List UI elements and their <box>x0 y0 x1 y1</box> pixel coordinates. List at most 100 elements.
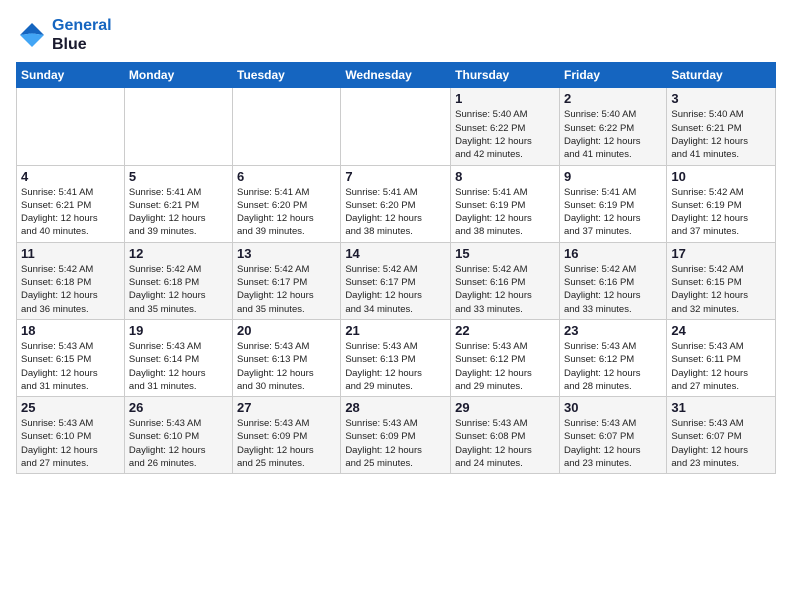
calendar-cell: 21 Sunrise: 5:43 AM Sunset: 6:13 PM Dayli… <box>341 319 451 396</box>
day-number: 2 <box>564 91 662 106</box>
calendar-cell: 13 Sunrise: 5:42 AM Sunset: 6:17 PM Dayli… <box>233 242 341 319</box>
calendar-cell: 25 Sunrise: 5:43 AM Sunset: 6:10 PM Dayli… <box>17 397 125 474</box>
day-info: Sunrise: 5:43 AM Sunset: 6:07 PM Dayligh… <box>671 417 771 470</box>
day-number: 18 <box>21 323 120 338</box>
day-info: Sunrise: 5:43 AM Sunset: 6:12 PM Dayligh… <box>455 340 555 393</box>
day-number: 29 <box>455 400 555 415</box>
calendar-cell: 30 Sunrise: 5:43 AM Sunset: 6:07 PM Dayli… <box>559 397 666 474</box>
day-info: Sunrise: 5:43 AM Sunset: 6:07 PM Dayligh… <box>564 417 662 470</box>
calendar-cell: 1 Sunrise: 5:40 AM Sunset: 6:22 PM Daylig… <box>451 88 560 165</box>
day-number: 16 <box>564 246 662 261</box>
calendar-cell: 9 Sunrise: 5:41 AM Sunset: 6:19 PM Daylig… <box>559 165 666 242</box>
calendar-cell: 12 Sunrise: 5:42 AM Sunset: 6:18 PM Dayli… <box>124 242 232 319</box>
day-number: 25 <box>21 400 120 415</box>
day-info: Sunrise: 5:41 AM Sunset: 6:20 PM Dayligh… <box>237 186 336 239</box>
logo-text: General Blue <box>52 16 112 54</box>
calendar-cell: 26 Sunrise: 5:43 AM Sunset: 6:10 PM Dayli… <box>124 397 232 474</box>
day-number: 6 <box>237 169 336 184</box>
calendar-cell: 10 Sunrise: 5:42 AM Sunset: 6:19 PM Dayli… <box>667 165 776 242</box>
day-number: 17 <box>671 246 771 261</box>
day-number: 26 <box>129 400 228 415</box>
day-number: 22 <box>455 323 555 338</box>
day-info: Sunrise: 5:40 AM Sunset: 6:21 PM Dayligh… <box>671 108 771 161</box>
logo-icon <box>16 19 48 51</box>
day-info: Sunrise: 5:43 AM Sunset: 6:10 PM Dayligh… <box>129 417 228 470</box>
day-number: 7 <box>345 169 446 184</box>
calendar-cell: 16 Sunrise: 5:42 AM Sunset: 6:16 PM Dayli… <box>559 242 666 319</box>
day-info: Sunrise: 5:43 AM Sunset: 6:09 PM Dayligh… <box>345 417 446 470</box>
day-info: Sunrise: 5:43 AM Sunset: 6:12 PM Dayligh… <box>564 340 662 393</box>
calendar-cell: 15 Sunrise: 5:42 AM Sunset: 6:16 PM Dayli… <box>451 242 560 319</box>
calendar-header: SundayMondayTuesdayWednesdayThursdayFrid… <box>17 63 776 88</box>
day-info: Sunrise: 5:42 AM Sunset: 6:15 PM Dayligh… <box>671 263 771 316</box>
weekday-header: Monday <box>124 63 232 88</box>
day-info: Sunrise: 5:41 AM Sunset: 6:21 PM Dayligh… <box>21 186 120 239</box>
day-number: 14 <box>345 246 446 261</box>
day-number: 23 <box>564 323 662 338</box>
calendar-cell: 2 Sunrise: 5:40 AM Sunset: 6:22 PM Daylig… <box>559 88 666 165</box>
day-info: Sunrise: 5:42 AM Sunset: 6:19 PM Dayligh… <box>671 186 771 239</box>
day-number: 8 <box>455 169 555 184</box>
day-info: Sunrise: 5:43 AM Sunset: 6:11 PM Dayligh… <box>671 340 771 393</box>
day-number: 13 <box>237 246 336 261</box>
day-info: Sunrise: 5:42 AM Sunset: 6:18 PM Dayligh… <box>129 263 228 316</box>
day-info: Sunrise: 5:42 AM Sunset: 6:16 PM Dayligh… <box>455 263 555 316</box>
calendar-week-row: 11Sunrise: 5:42 AM Sunset: 6:18 PM Dayli… <box>17 242 776 319</box>
day-number: 3 <box>671 91 771 106</box>
day-number: 5 <box>129 169 228 184</box>
calendar-cell: 20 Sunrise: 5:43 AM Sunset: 6:13 PM Dayli… <box>233 319 341 396</box>
day-number: 12 <box>129 246 228 261</box>
weekday-header: Friday <box>559 63 666 88</box>
page-header: General Blue <box>16 16 776 54</box>
day-info: Sunrise: 5:42 AM Sunset: 6:17 PM Dayligh… <box>237 263 336 316</box>
calendar-cell: 14 Sunrise: 5:42 AM Sunset: 6:17 PM Dayli… <box>341 242 451 319</box>
day-info: Sunrise: 5:43 AM Sunset: 6:15 PM Dayligh… <box>21 340 120 393</box>
calendar-week-row: 4 Sunrise: 5:41 AM Sunset: 6:21 PM Daylig… <box>17 165 776 242</box>
weekday-header: Wednesday <box>341 63 451 88</box>
calendar-cell: 31Sunrise: 5:43 AM Sunset: 6:07 PM Dayli… <box>667 397 776 474</box>
day-info: Sunrise: 5:41 AM Sunset: 6:19 PM Dayligh… <box>564 186 662 239</box>
day-number: 4 <box>21 169 120 184</box>
weekday-header: Saturday <box>667 63 776 88</box>
calendar-cell <box>124 88 232 165</box>
day-info: Sunrise: 5:41 AM Sunset: 6:21 PM Dayligh… <box>129 186 228 239</box>
day-info: Sunrise: 5:43 AM Sunset: 6:13 PM Dayligh… <box>237 340 336 393</box>
day-number: 30 <box>564 400 662 415</box>
calendar-cell: 8Sunrise: 5:41 AM Sunset: 6:19 PM Daylig… <box>451 165 560 242</box>
calendar-week-row: 18 Sunrise: 5:43 AM Sunset: 6:15 PM Dayli… <box>17 319 776 396</box>
calendar-cell: 29Sunrise: 5:43 AM Sunset: 6:08 PM Dayli… <box>451 397 560 474</box>
day-info: Sunrise: 5:40 AM Sunset: 6:22 PM Dayligh… <box>455 108 555 161</box>
calendar-cell <box>341 88 451 165</box>
calendar-body: 1 Sunrise: 5:40 AM Sunset: 6:22 PM Daylig… <box>17 88 776 474</box>
day-number: 24 <box>671 323 771 338</box>
calendar-cell: 27 Sunrise: 5:43 AM Sunset: 6:09 PM Dayli… <box>233 397 341 474</box>
weekday-header: Tuesday <box>233 63 341 88</box>
day-number: 1 <box>455 91 555 106</box>
day-info: Sunrise: 5:42 AM Sunset: 6:17 PM Dayligh… <box>345 263 446 316</box>
calendar-cell: 23 Sunrise: 5:43 AM Sunset: 6:12 PM Dayli… <box>559 319 666 396</box>
day-number: 15 <box>455 246 555 261</box>
calendar-table: SundayMondayTuesdayWednesdayThursdayFrid… <box>16 62 776 474</box>
calendar-week-row: 1 Sunrise: 5:40 AM Sunset: 6:22 PM Daylig… <box>17 88 776 165</box>
weekday-header: Sunday <box>17 63 125 88</box>
day-number: 20 <box>237 323 336 338</box>
calendar-cell: 24 Sunrise: 5:43 AM Sunset: 6:11 PM Dayli… <box>667 319 776 396</box>
calendar-cell: 19Sunrise: 5:43 AM Sunset: 6:14 PM Dayli… <box>124 319 232 396</box>
day-number: 27 <box>237 400 336 415</box>
calendar-cell: 3 Sunrise: 5:40 AM Sunset: 6:21 PM Daylig… <box>667 88 776 165</box>
weekday-header: Thursday <box>451 63 560 88</box>
day-info: Sunrise: 5:40 AM Sunset: 6:22 PM Dayligh… <box>564 108 662 161</box>
day-number: 28 <box>345 400 446 415</box>
day-number: 10 <box>671 169 771 184</box>
calendar-cell: 22 Sunrise: 5:43 AM Sunset: 6:12 PM Dayli… <box>451 319 560 396</box>
day-number: 21 <box>345 323 446 338</box>
day-info: Sunrise: 5:43 AM Sunset: 6:10 PM Dayligh… <box>21 417 120 470</box>
calendar-cell: 11Sunrise: 5:42 AM Sunset: 6:18 PM Dayli… <box>17 242 125 319</box>
day-number: 19 <box>129 323 228 338</box>
day-info: Sunrise: 5:43 AM Sunset: 6:13 PM Dayligh… <box>345 340 446 393</box>
day-number: 9 <box>564 169 662 184</box>
calendar-cell <box>17 88 125 165</box>
day-info: Sunrise: 5:42 AM Sunset: 6:16 PM Dayligh… <box>564 263 662 316</box>
calendar-cell <box>233 88 341 165</box>
day-info: Sunrise: 5:43 AM Sunset: 6:09 PM Dayligh… <box>237 417 336 470</box>
